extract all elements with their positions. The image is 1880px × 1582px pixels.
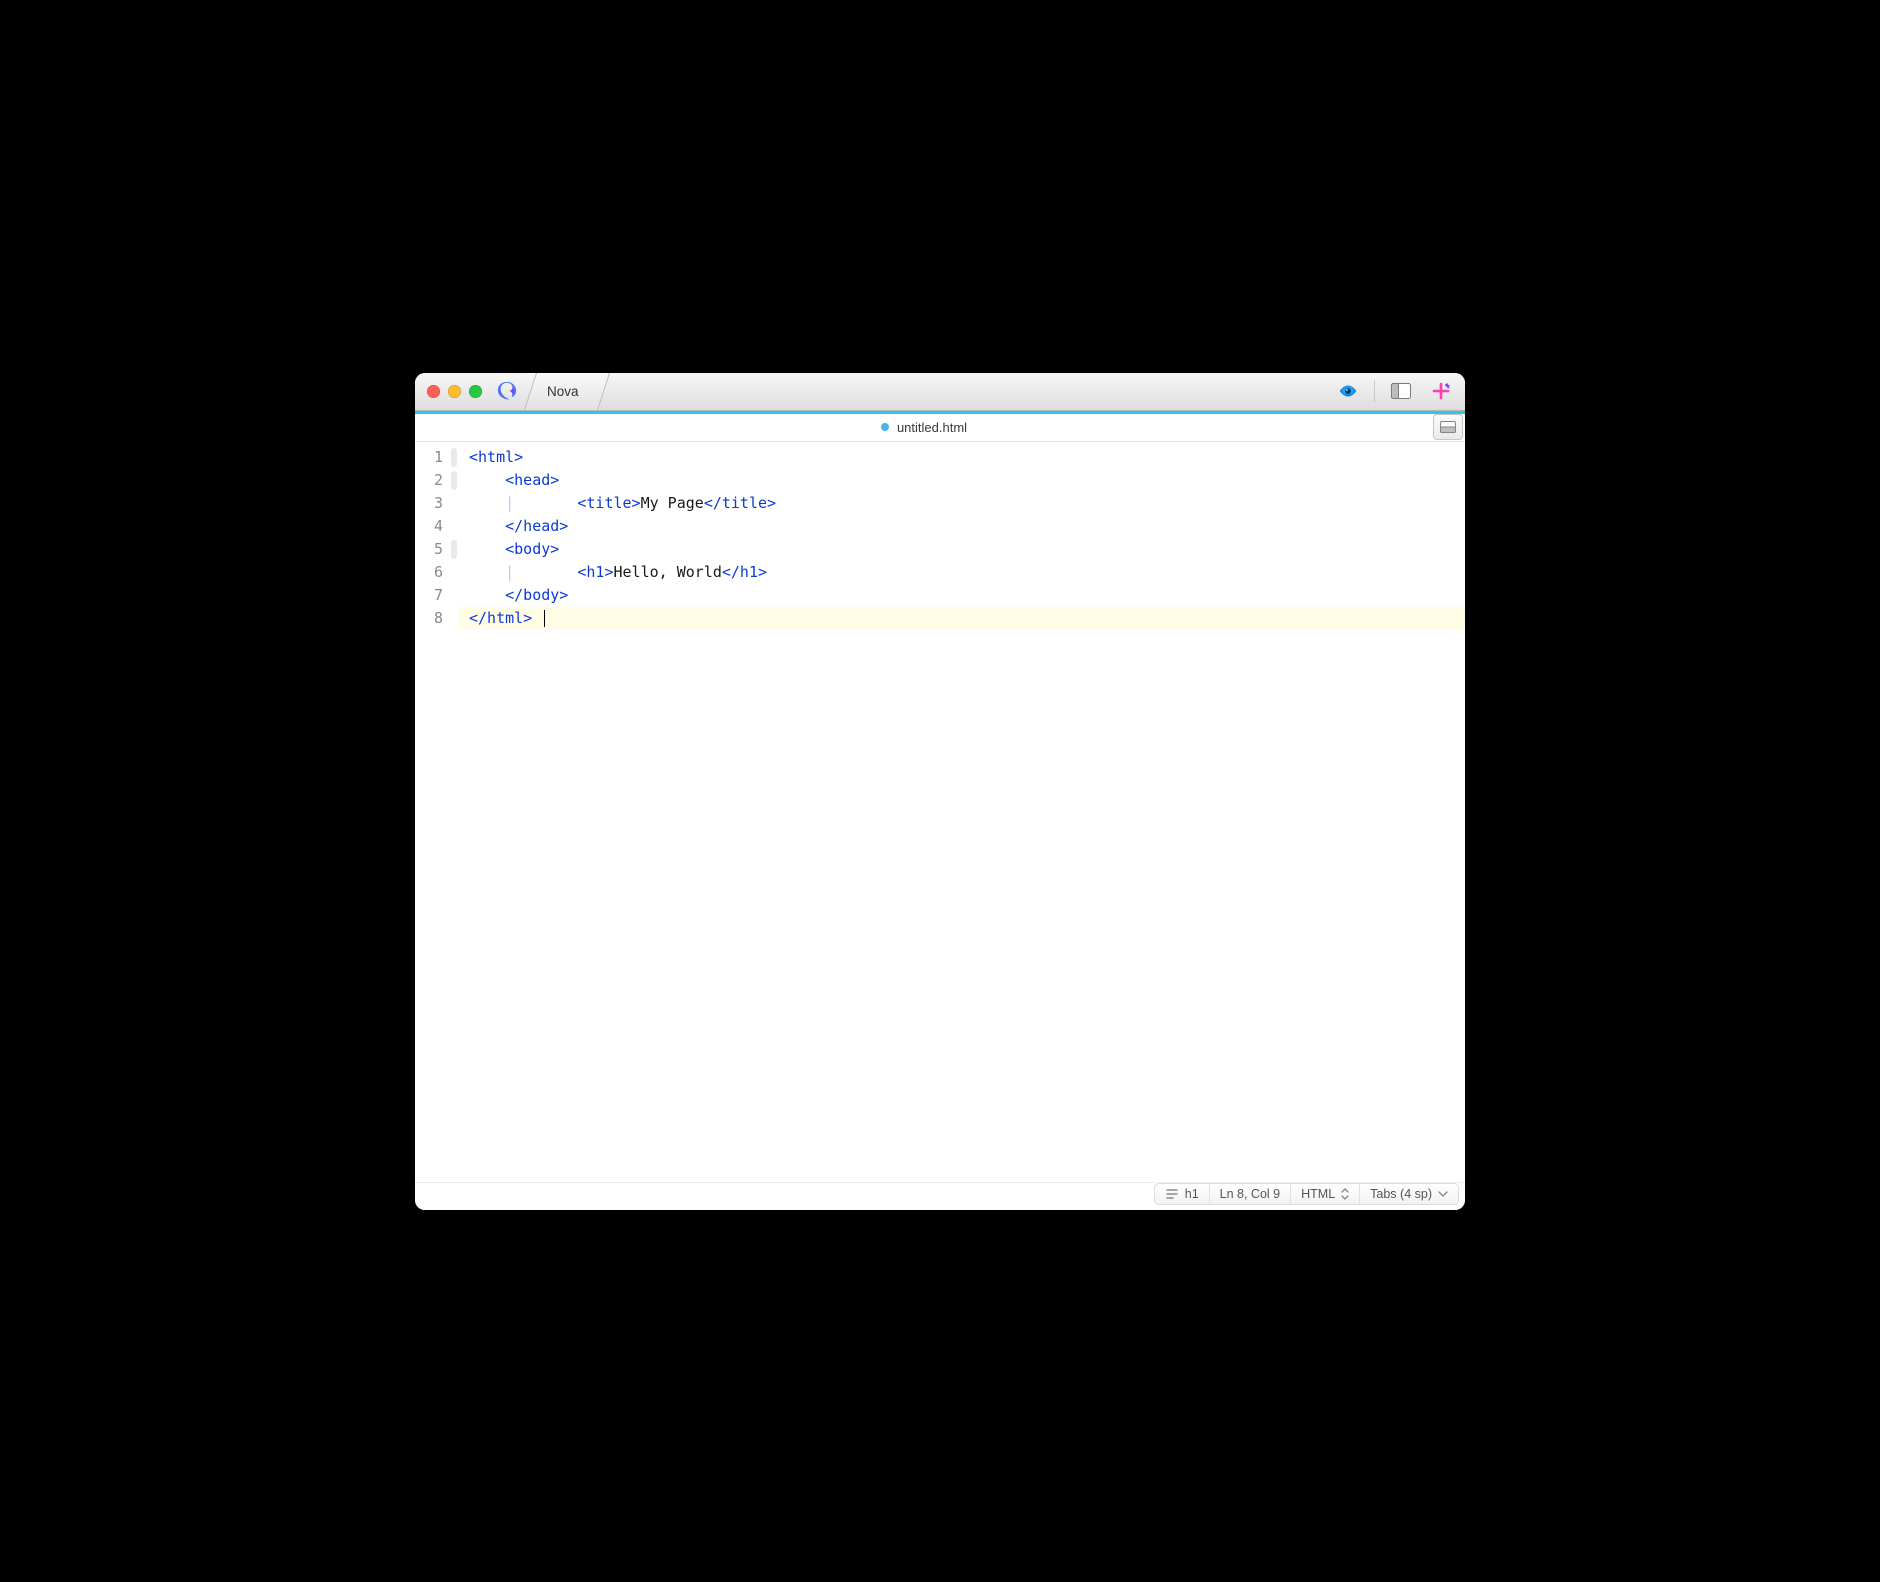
zoom-window-button[interactable] [469,385,482,398]
status-pill: h1 Ln 8, Col 9 HTML Tabs (4 sp) [1154,1183,1459,1205]
line-number: 1 [415,446,443,469]
symbol-path-label: h1 [1185,1187,1199,1201]
new-tab-button[interactable] [1427,380,1455,402]
file-tab-label: untitled.html [897,420,967,435]
code-line[interactable]: <html> [469,446,1465,469]
line-number-gutter: 12345678 [415,442,449,1182]
line-number: 6 [415,561,443,584]
updown-icon [1341,1188,1349,1200]
file-tab-bar: untitled.html [415,414,1465,442]
plus-icon [1431,381,1451,401]
fold-handle[interactable] [451,471,457,490]
fold-handle[interactable] [451,540,457,559]
code-area[interactable]: <html> <head> | <title>My Page</title> <… [459,442,1465,1182]
code-line[interactable]: | <h1>Hello, World</h1> [469,561,1465,584]
code-line[interactable]: </body> [469,584,1465,607]
file-tab[interactable]: untitled.html [415,420,1433,435]
eye-icon [1337,380,1359,402]
symbol-path-button[interactable]: h1 [1155,1184,1209,1204]
line-number: 8 [415,607,443,630]
line-number: 3 [415,492,443,515]
toolbar-divider [1374,380,1375,402]
text-caret [544,610,545,627]
code-line[interactable]: | <title>My Page</title> [469,492,1465,515]
toolbar-right [1334,380,1465,402]
code-editor[interactable]: 12345678 <html> <head> | <title>My Page<… [415,442,1465,1182]
code-line[interactable]: <body> [469,538,1465,561]
sidebar-icon [1391,383,1411,399]
fold-column [449,442,459,1182]
line-number: 2 [415,469,443,492]
status-bar: h1 Ln 8, Col 9 HTML Tabs (4 sp) [415,1182,1465,1210]
cursor-position-label: Ln 8, Col 9 [1220,1187,1280,1201]
unsaved-indicator-icon [881,423,889,431]
language-label: HTML [1301,1187,1335,1201]
project-tab[interactable]: Nova [524,373,610,410]
project-tab-label: Nova [547,384,579,399]
cursor-position[interactable]: Ln 8, Col 9 [1209,1184,1290,1204]
line-number: 4 [415,515,443,538]
line-number: 5 [415,538,443,561]
app-window: Nova [415,373,1465,1210]
code-line[interactable]: </head> [469,515,1465,538]
traffic-lights [415,385,482,398]
toggle-sidebar-button[interactable] [1387,380,1415,402]
code-line[interactable]: </html> [469,607,1465,630]
code-line[interactable]: <head> [469,469,1465,492]
toggle-panel-button[interactable] [1433,414,1463,440]
indent-select[interactable]: Tabs (4 sp) [1359,1184,1458,1204]
breadcrumb-icon [1165,1187,1179,1201]
close-window-button[interactable] [427,385,440,398]
panel-icon [1440,421,1456,433]
language-select[interactable]: HTML [1290,1184,1359,1204]
app-logo-icon [496,380,518,402]
preview-button[interactable] [1334,380,1362,402]
indent-label: Tabs (4 sp) [1370,1187,1432,1201]
minimize-window-button[interactable] [448,385,461,398]
fold-handle[interactable] [451,448,457,467]
chevron-down-icon [1438,1190,1448,1198]
titlebar: Nova [415,373,1465,411]
line-number: 7 [415,584,443,607]
